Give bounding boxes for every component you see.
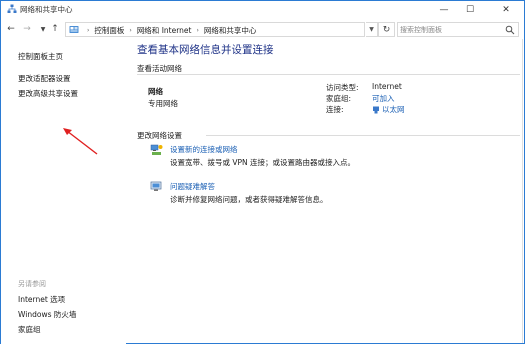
search-box[interactable]	[397, 22, 519, 37]
breadcrumb-network-internet[interactable]: 网络和 Internet	[137, 25, 192, 36]
change-adapter-settings-link[interactable]: 更改适配器设置	[18, 73, 71, 84]
network-sharing-center-window: 网络和共享中心 — ☐ ✕ ← → ▼ ↑ › 控制面板 › 网络和 Inter…	[0, 0, 525, 344]
troubleshoot-problems-description: 诊断并修复网络问题，或者获得疑难解答信息。	[170, 195, 328, 204]
breadcrumb-chevron-icon: ›	[196, 27, 199, 34]
page-title: 查看基本网络信息并设置连接	[137, 44, 274, 56]
address-dropdown-button[interactable]: ▼	[366, 22, 378, 37]
homegroup-join-link[interactable]: 可加入	[372, 93, 395, 104]
breadcrumb-chevron-icon: ›	[87, 27, 90, 34]
section-divider	[137, 74, 520, 75]
troubleshoot-problems-link[interactable]: 问题疑难解答	[170, 181, 215, 192]
left-pane: 控制面板主页 更改适配器设置 更改高级共享设置 另请参阅 Internet 选项…	[1, 39, 126, 344]
troubleshoot-icon	[150, 181, 162, 191]
homegroup-label: 家庭组:	[326, 94, 352, 103]
title-bar: 网络和共享中心 — ☐ ✕	[1, 1, 524, 19]
window-scroll-edge	[522, 39, 523, 343]
minimize-button[interactable]: —	[431, 1, 457, 18]
network-icon	[7, 4, 17, 13]
setup-new-connection-description: 设置宽带、拨号或 VPN 连接；或设置路由器或接入点。	[170, 158, 356, 167]
forward-button[interactable]: →	[21, 23, 33, 35]
search-input[interactable]	[400, 24, 504, 35]
annotation-arrow	[63, 128, 98, 155]
close-button[interactable]: ✕	[493, 1, 519, 18]
setup-new-connection-link[interactable]: 设置新的连接或网络	[170, 144, 238, 155]
back-button[interactable]: ←	[5, 23, 17, 35]
main-pane: 查看基本网络信息并设置连接 查看活动网络 网络 专用网络 访问类型: Inter…	[126, 39, 524, 344]
network-type: 专用网络	[148, 99, 178, 108]
homegroup-link[interactable]: 家庭组	[18, 324, 41, 335]
change-advanced-sharing-settings-link[interactable]: 更改高级共享设置	[18, 88, 78, 99]
access-type-value: Internet	[372, 82, 402, 91]
internet-options-link[interactable]: Internet 选项	[18, 294, 65, 305]
see-also-heading: 另请参阅	[18, 280, 46, 288]
search-icon[interactable]	[505, 25, 515, 35]
ethernet-icon	[373, 106, 379, 114]
network-name: 网络	[148, 87, 163, 96]
change-network-settings-heading: 更改网络设置	[137, 131, 182, 140]
refresh-button[interactable]: ↻	[378, 22, 395, 37]
access-type-label: 访问类型:	[326, 83, 359, 92]
recent-locations-button[interactable]: ▼	[37, 23, 49, 35]
windows-firewall-link[interactable]: Windows 防火墙	[18, 309, 76, 320]
up-button[interactable]: ↑	[49, 23, 61, 35]
breadcrumb-chevron-icon: ›	[129, 27, 132, 34]
new-connection-icon	[150, 144, 163, 155]
breadcrumb-network-sharing-center[interactable]: 网络和共享中心	[204, 25, 257, 36]
breadcrumb-control-panel[interactable]: 控制面板	[94, 25, 124, 36]
control-panel-home-link[interactable]: 控制面板主页	[18, 51, 63, 62]
navigation-bar: ← → ▼ ↑ › 控制面板 › 网络和 Internet › 网络和共享中心 …	[1, 19, 524, 39]
connection-label: 连接:	[326, 105, 344, 114]
section-divider	[206, 135, 520, 136]
control-panel-icon	[69, 26, 79, 33]
ethernet-connection-link[interactable]: 以太网	[382, 104, 405, 115]
breadcrumb: › 控制面板 › 网络和 Internet › 网络和共享中心	[82, 25, 256, 36]
maximize-button[interactable]: ☐	[457, 1, 483, 18]
active-networks-heading: 查看活动网络	[137, 64, 182, 73]
window-title: 网络和共享中心	[20, 5, 73, 14]
address-bar[interactable]: › 控制面板 › 网络和 Internet › 网络和共享中心	[65, 22, 365, 37]
